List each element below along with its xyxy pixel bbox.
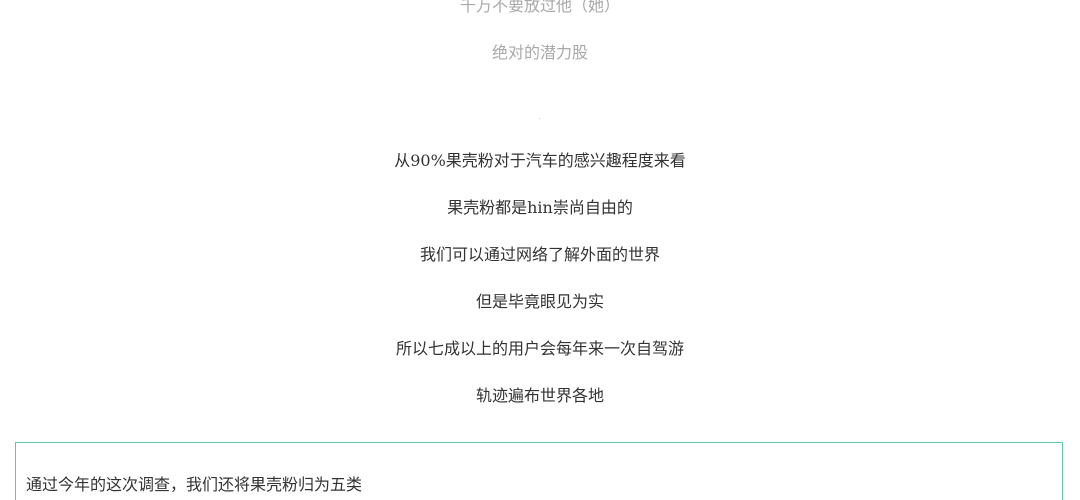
paragraph-line-1: 从90%果壳粉对于汽车的感兴趣程度来看 — [394, 151, 686, 170]
paragraph-line-6: 轨迹遍布世界各地 — [475, 386, 604, 405]
decorative-dot — [539, 118, 540, 119]
faded-line-1: 千万不要放过他（她） — [459, 0, 620, 15]
callout-text: 通过今年的这次调查，我们还将果壳粉归为五类 — [26, 475, 363, 494]
paragraph-line-3: 我们可以通过网络了解外面的世界 — [419, 245, 660, 264]
callout-box: 通过今年的这次调查，我们还将果壳粉归为五类 — [15, 442, 1063, 500]
paragraph-line-5: 所以七成以上的用户会每年来一次自驾游 — [395, 339, 684, 358]
faded-line-2: 绝对的潜力股 — [491, 43, 588, 62]
paragraph-line-4: 但是毕竟眼见为实 — [475, 292, 604, 311]
paragraph-line-2: 果壳粉都是hin崇尚自由的 — [447, 198, 633, 217]
article-body: 千万不要放过他（她） 绝对的潜力股 从90%果壳粉对于汽车的感兴趣程度来看 果壳… — [0, 0, 1080, 500]
